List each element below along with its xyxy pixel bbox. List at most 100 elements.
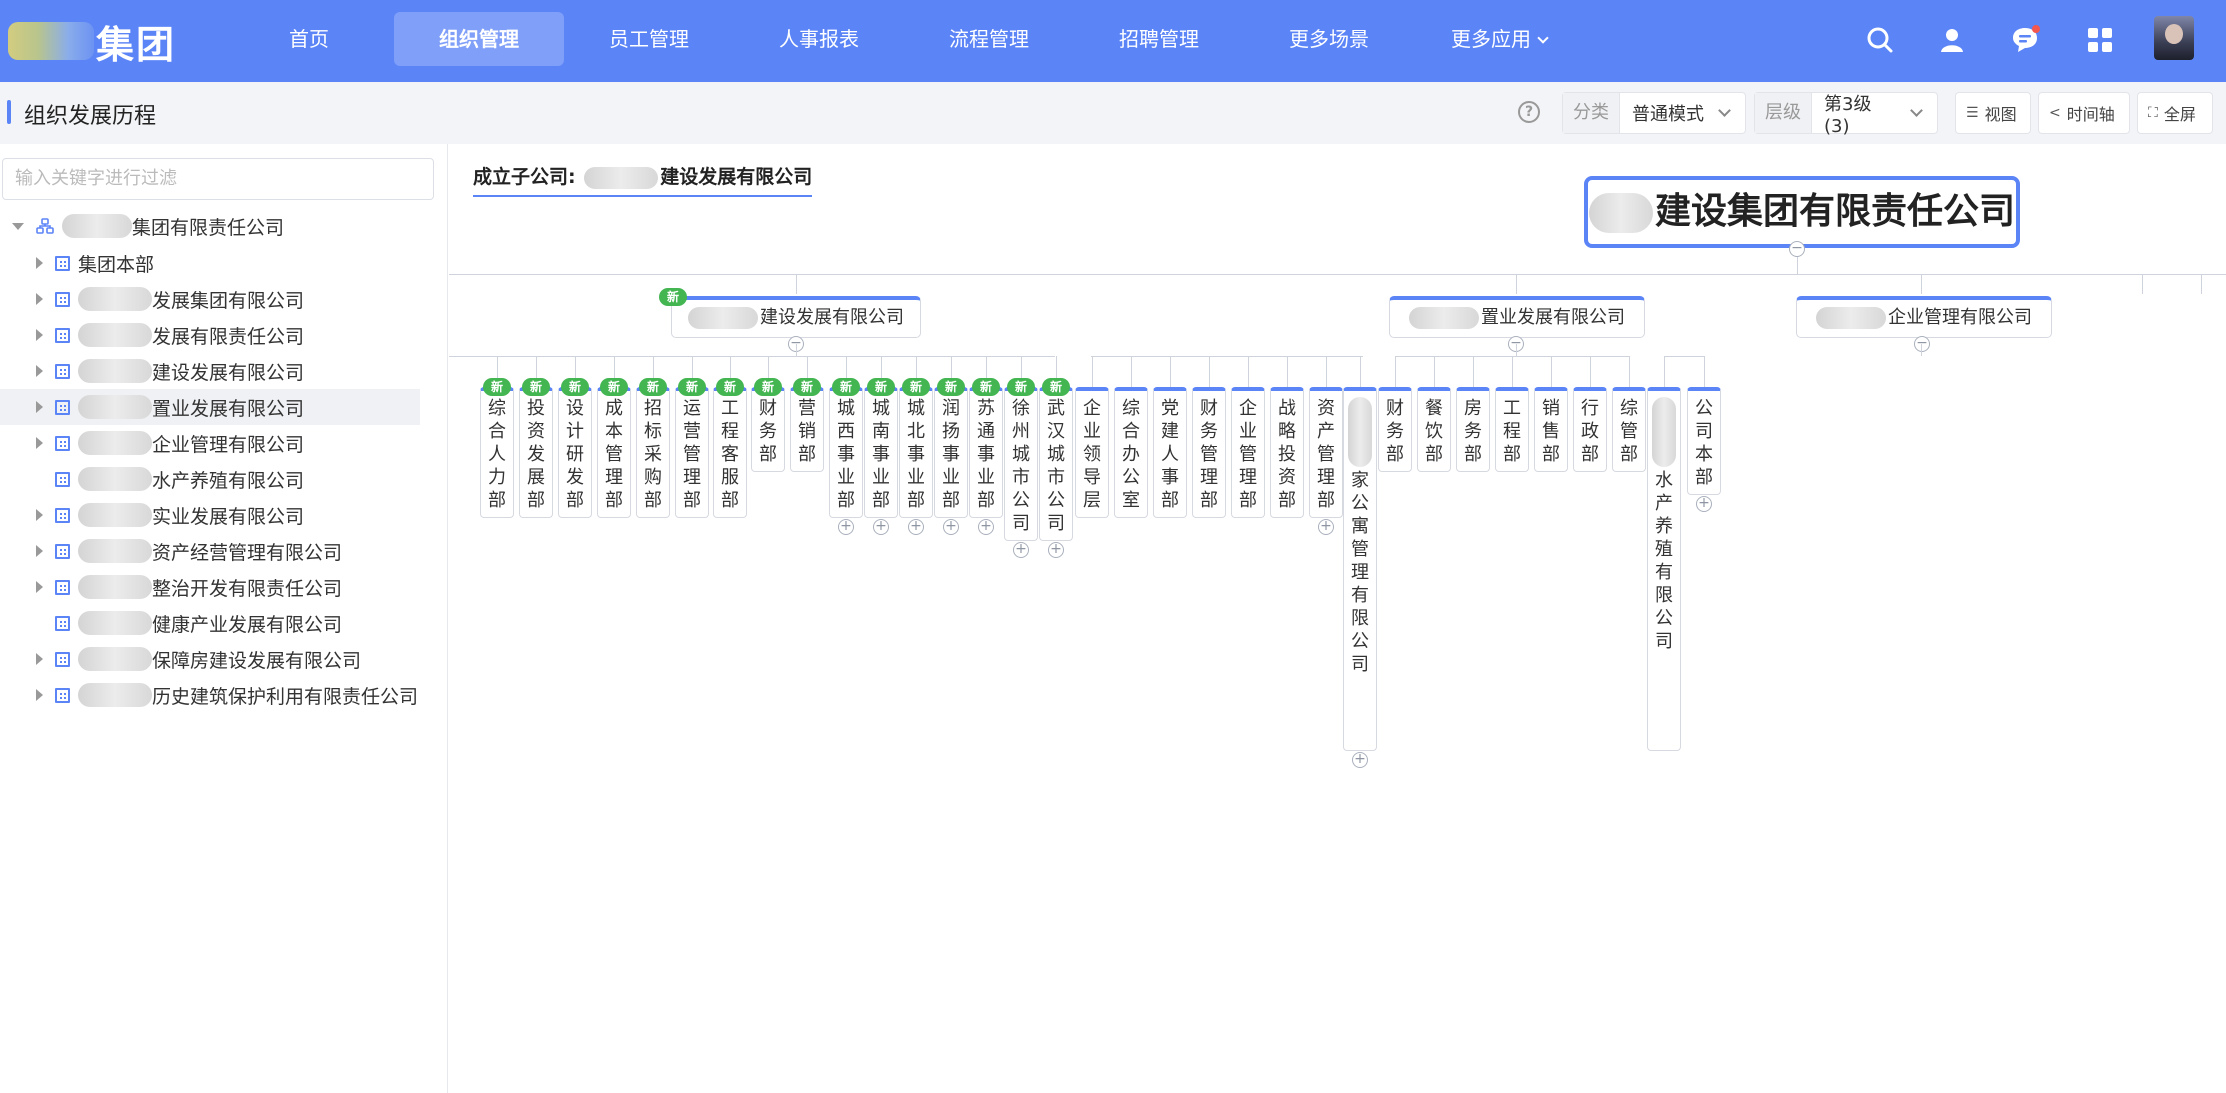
org-node-department[interactable]: 工程客服部 — [713, 387, 747, 518]
event-crumb[interactable]: 成立子公司: 建设发展有限公司 — [473, 162, 813, 197]
caret-right-icon[interactable] — [36, 581, 43, 593]
org-node-department[interactable]: 资产管理部 — [1309, 387, 1343, 518]
org-node-department[interactable]: 工程部 — [1495, 387, 1529, 472]
apps-grid-icon[interactable] — [2084, 24, 2116, 56]
caret-right-icon[interactable] — [36, 509, 43, 521]
tree-node[interactable]: 整治开发有限责任公司 — [0, 569, 420, 605]
org-node-department[interactable]: 武汉城市公司 — [1039, 387, 1073, 541]
expand-toggle-icon[interactable]: + — [1048, 542, 1064, 558]
org-node-department[interactable]: 房务部 — [1456, 387, 1490, 472]
tree-filter-input[interactable]: 输入关键字进行过滤 — [2, 158, 434, 200]
caret-right-icon[interactable] — [36, 401, 43, 413]
org-node-department[interactable]: 水产养殖有限公司 — [1647, 387, 1681, 751]
org-node-department[interactable]: 设计研发部 — [558, 387, 592, 518]
org-node-department[interactable]: 投资发展部 — [519, 387, 553, 518]
caret-right-icon[interactable] — [36, 545, 43, 557]
caret-right-icon[interactable] — [36, 653, 43, 665]
org-node-department[interactable]: 综管部 — [1612, 387, 1646, 472]
category-select[interactable]: 分类 普通模式 — [1562, 92, 1746, 134]
view-button[interactable]: ☰ 视图 — [1955, 92, 2031, 134]
org-node-department[interactable]: 财务管理部 — [1192, 387, 1226, 518]
brand-logo[interactable]: 集团 — [8, 18, 176, 67]
org-node-department[interactable]: 润扬事业部 — [934, 387, 968, 518]
tree-node[interactable]: 企业管理有限公司 — [0, 425, 420, 461]
tree-node[interactable]: 历史建筑保护利用有限责任公司 — [0, 677, 420, 713]
fullscreen-button[interactable]: ⛶ 全屏 — [2137, 92, 2213, 134]
expand-toggle-icon[interactable]: + — [1696, 496, 1712, 512]
org-node-department[interactable]: 企业管理部 — [1231, 387, 1265, 518]
org-node-root[interactable]: 建设集团有限责任公司 — [1584, 176, 2020, 248]
org-node-department[interactable]: 成本管理部 — [597, 387, 631, 518]
expand-toggle-icon[interactable]: + — [1013, 542, 1029, 558]
caret-right-icon[interactable] — [36, 293, 43, 305]
org-node-department[interactable]: 城南事业部 — [864, 387, 898, 518]
org-node-department[interactable]: 运营管理部 — [675, 387, 709, 518]
org-node-department[interactable]: 销售部 — [1534, 387, 1568, 472]
user-icon[interactable] — [1936, 24, 1968, 56]
collapse-toggle-icon[interactable]: − — [1914, 336, 1930, 352]
tree-node[interactable]: 实业发展有限公司 — [0, 497, 420, 533]
org-node-department[interactable]: 徐州城市公司 — [1004, 387, 1038, 541]
nav-item-more-scenes[interactable]: 更多场景 — [1244, 12, 1414, 66]
org-node-department[interactable]: 招标采购部 — [636, 387, 670, 518]
org-node-department[interactable]: 营销部 — [790, 387, 824, 472]
search-icon[interactable] — [1864, 24, 1896, 56]
tree-node-selected[interactable]: 置业发展有限公司 — [0, 389, 420, 425]
redacted-name — [78, 287, 152, 311]
expand-toggle-icon[interactable]: + — [978, 519, 994, 535]
caret-right-icon[interactable] — [36, 437, 43, 449]
expand-toggle-icon[interactable]: + — [943, 519, 959, 535]
help-icon[interactable]: ? — [1518, 101, 1540, 123]
tree-node[interactable]: 集团本部 — [0, 245, 420, 281]
expand-toggle-icon[interactable]: + — [838, 519, 854, 535]
nav-item-hr-reports[interactable]: 人事报表 — [734, 12, 904, 66]
org-node-department[interactable]: 战略投资部 — [1270, 387, 1304, 518]
org-node-department[interactable]: 苏通事业部 — [969, 387, 1003, 518]
nav-item-employee-management[interactable]: 员工管理 — [564, 12, 734, 66]
level-select[interactable]: 层级 第3级 (3) — [1754, 92, 1938, 137]
tree-node-root[interactable]: 集团有限责任公司 — [0, 208, 420, 244]
org-node-l1[interactable]: 建设发展有限公司 — [671, 296, 921, 338]
caret-right-icon[interactable] — [36, 689, 43, 701]
nav-item-more-apps[interactable]: 更多应用 — [1414, 12, 1584, 66]
org-node-department[interactable]: 餐饮部 — [1417, 387, 1451, 472]
expand-toggle-icon[interactable]: + — [1352, 752, 1368, 768]
tree-node[interactable]: 发展集团有限公司 — [0, 281, 420, 317]
org-node-l1[interactable]: 企业管理有限公司 — [1796, 296, 2052, 338]
caret-right-icon[interactable] — [36, 365, 43, 377]
tree-node[interactable]: 发展有限责任公司 — [0, 317, 420, 353]
expand-toggle-icon[interactable]: + — [873, 519, 889, 535]
tree-node[interactable]: 健康产业发展有限公司 — [0, 605, 420, 641]
avatar[interactable] — [2154, 16, 2194, 60]
org-node-department[interactable]: 财务部 — [1378, 387, 1412, 472]
org-node-department[interactable]: 城北事业部 — [899, 387, 933, 518]
org-node-department[interactable]: 家公寓管理有限公司 — [1343, 387, 1377, 751]
tree-node[interactable]: 水产养殖有限公司 — [0, 461, 420, 497]
caret-right-icon[interactable] — [36, 329, 43, 341]
tree-node[interactable]: 保障房建设发展有限公司 — [0, 641, 420, 677]
org-node-department[interactable]: 综合办公室 — [1114, 387, 1148, 518]
tree-node[interactable]: 建设发展有限公司 — [0, 353, 420, 389]
new-badge: 新 — [754, 378, 782, 396]
collapse-toggle-icon[interactable]: − — [1789, 241, 1805, 257]
org-node-department[interactable]: 党建人事部 — [1153, 387, 1187, 518]
tree-node[interactable]: 资产经营管理有限公司 — [0, 533, 420, 569]
nav-item-recruitment[interactable]: 招聘管理 — [1074, 12, 1244, 66]
org-node-department[interactable]: 公司本部 — [1687, 387, 1721, 495]
org-node-department[interactable]: 行政部 — [1573, 387, 1607, 472]
org-node-department[interactable]: 企业领导层 — [1075, 387, 1109, 518]
org-node-department[interactable]: 综合人力部 — [480, 387, 514, 518]
caret-down-icon[interactable] — [12, 222, 24, 230]
expand-toggle-icon[interactable]: + — [908, 519, 924, 535]
org-chart-canvas[interactable]: 成立子公司: 建设发展有限公司 建设集团有限责任公司 − 建设发展有限公司 新 … — [449, 144, 2226, 1093]
nav-item-org-management[interactable]: 组织管理 — [394, 12, 564, 66]
nav-item-home[interactable]: 首页 — [224, 12, 394, 66]
timeline-button[interactable]: < 时间轴 — [2038, 92, 2130, 134]
message-icon[interactable] — [2009, 24, 2041, 56]
expand-toggle-icon[interactable]: + — [1318, 519, 1334, 535]
nav-item-workflow[interactable]: 流程管理 — [904, 12, 1074, 66]
org-node-l1[interactable]: 置业发展有限公司 — [1389, 296, 1645, 338]
caret-right-icon[interactable] — [36, 257, 43, 269]
org-node-department[interactable]: 财务部 — [751, 387, 785, 472]
org-node-department[interactable]: 城西事业部 — [829, 387, 863, 518]
